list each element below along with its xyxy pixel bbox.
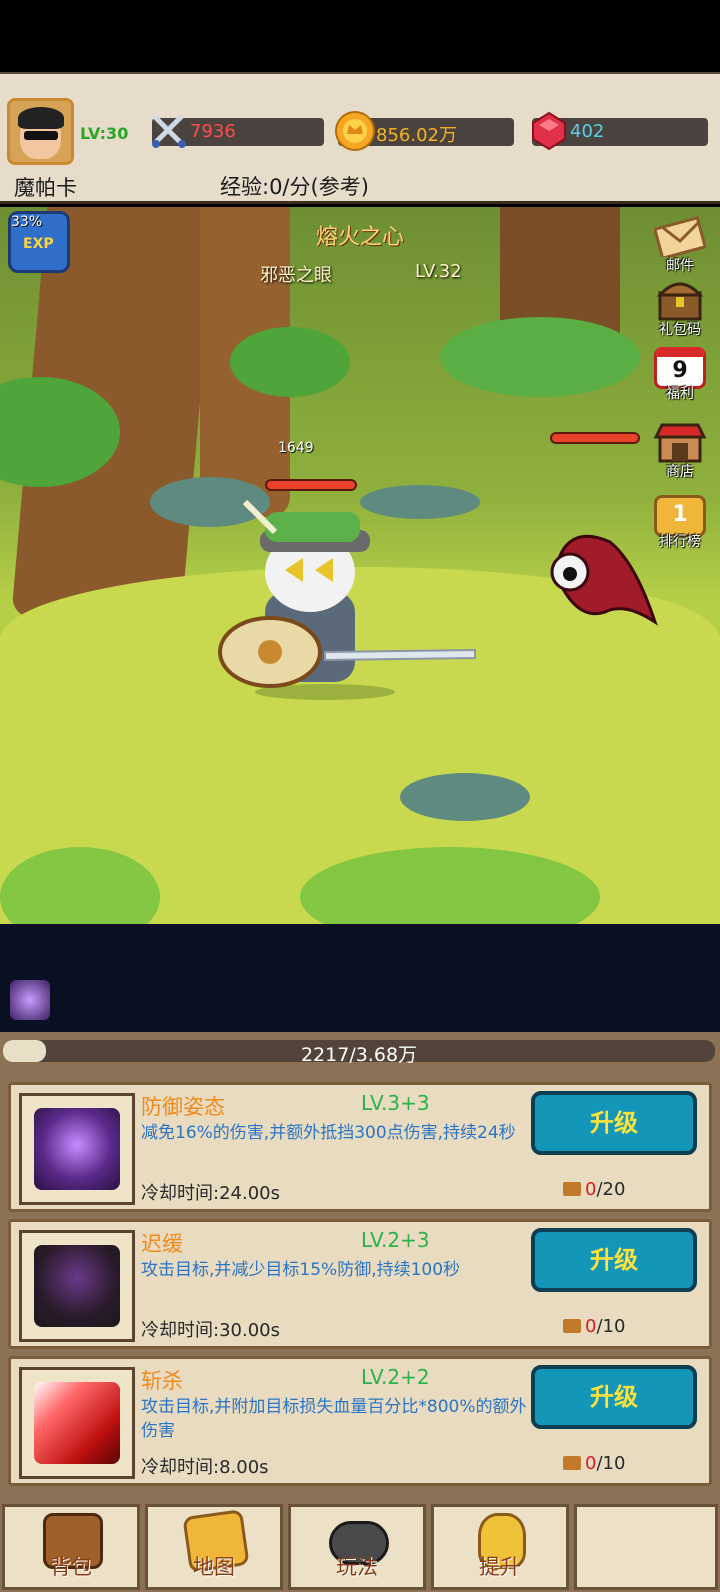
treasure-chest-icon [656, 282, 704, 321]
evil-eye-enemy-sprite [550, 534, 658, 626]
envelope-icon [653, 215, 707, 261]
slash-skill-icon [34, 1382, 120, 1464]
skill-name: 防御姿态 [141, 1095, 225, 1119]
welfare-button[interactable]: 9 福利 [648, 347, 712, 403]
gold-coin-icon [335, 111, 375, 151]
hero-hp-number: 1649 [278, 440, 314, 456]
ranking-button[interactable]: 1 排行榜 [648, 495, 712, 551]
player-avatar[interactable] [7, 98, 74, 165]
nav-upgrade-label: 提升 [479, 1555, 521, 1579]
nav-bag[interactable]: 背包 [2, 1504, 140, 1590]
battle-scene: 33% EXP 熔火之心 邪恶之眼 LV.32 1649 邮件 礼包码 9 福利 [0, 207, 720, 924]
skill-book-cost: 0/10 [563, 1316, 625, 1337]
exp-rate-text: 经验:0/分(参考) [220, 175, 369, 199]
skill-progress-text: 2217/3.68万 [300, 1044, 418, 1066]
shop-label: 商店 [666, 464, 694, 480]
upgrade-button[interactable]: 升级 [531, 1228, 697, 1292]
skill-book-cost: 0/20 [563, 1179, 625, 1200]
skill-card: 防御姿态 LV.3+3 减免16%的伤害,并额外抵挡300点伤害,持续24秒 冷… [8, 1082, 712, 1212]
skill-card: 迟缓 LV.2+3 攻击目标,并减少目标15%防御,持续100秒 冷却时间:30… [8, 1219, 712, 1349]
nav-upgrade[interactable]: 提升 [431, 1504, 569, 1590]
player-level: LV:30 [80, 124, 129, 143]
skill-book-icon [563, 1456, 581, 1470]
nav-map-label: 地图 [193, 1555, 235, 1579]
skill-progress-bar: 2217/3.68万 [3, 1040, 715, 1066]
welfare-label: 福利 [666, 386, 694, 402]
gold-stat: 856.02万 [335, 111, 514, 151]
stage-title: 熔火之心 [315, 225, 404, 250]
ruby-gem-icon [532, 111, 566, 151]
gem-stat: 402 [532, 111, 708, 151]
nav-gameplay-label: 玩法 [336, 1555, 378, 1579]
ranking-label: 排行榜 [659, 534, 701, 550]
power-value: 7936 [190, 121, 236, 142]
skill-name: 斩杀 [141, 1369, 183, 1393]
rock [400, 773, 530, 821]
player-header: LV:30 魔帕卡 7936 856.02万 402 经验:0/分(参考) [0, 72, 720, 204]
slow-skill-icon [34, 1245, 120, 1327]
skill-level: LV.3+3 [361, 1091, 430, 1115]
nav-gameplay[interactable]: 玩法 [288, 1504, 426, 1590]
skill-thumbnail [19, 1093, 135, 1205]
shop-stall-icon [653, 423, 707, 463]
skill-description: 减免16%的伤害,并额外抵挡300点伤害,持续24秒 [141, 1123, 516, 1143]
hero-knight-sprite [218, 499, 476, 700]
nav-bag-label: 背包 [50, 1555, 92, 1579]
nav-map[interactable]: 地图 [145, 1504, 283, 1590]
skill-card: 斩杀 LV.2+2 攻击目标,并附加目标损失血量百分比*800%的额外伤害 冷却… [8, 1356, 712, 1486]
gift-code-label: 礼包码 [659, 322, 701, 338]
bush [230, 327, 350, 397]
skill-book-icon [563, 1319, 581, 1333]
mail-button[interactable]: 邮件 [648, 215, 712, 275]
enemy-name: 邪恶之眼 [260, 265, 332, 286]
skill-description: 攻击目标,并减少目标15%防御,持续100秒 [141, 1260, 461, 1280]
bottom-nav: 背包 地图 玩法 提升 [0, 1502, 720, 1592]
upgrade-button[interactable]: 升级 [531, 1091, 697, 1155]
upgrade-button[interactable]: 升级 [531, 1365, 697, 1429]
skill-thumbnail [19, 1367, 135, 1479]
skill-cooldown: 冷却时间:24.00s [141, 1183, 280, 1204]
skill-panel: 2217/3.68万 防御姿态 LV.3+3 减免16%的伤害,并额外抵挡300… [0, 1032, 720, 1502]
bush [440, 317, 640, 397]
gem-value: 402 [570, 121, 605, 142]
skill-cooldown: 冷却时间:8.00s [141, 1457, 269, 1478]
mail-label: 邮件 [666, 258, 694, 274]
crossed-swords-icon [152, 114, 186, 148]
player-name: 魔帕卡 [14, 176, 77, 200]
shield-skill-icon [34, 1108, 120, 1190]
power-stat: 7936 [152, 114, 324, 148]
enemy-hp-bar [550, 432, 640, 444]
skill-thumbnail [19, 1230, 135, 1342]
active-skill-bar [0, 924, 720, 1032]
skill-description: 攻击目标,并附加目标损失血量百分比*800%的额外伤害 [141, 1397, 527, 1441]
skill-level: LV.2+2 [361, 1365, 430, 1389]
nav-empty-slot [574, 1504, 718, 1590]
skill-book-icon [563, 1182, 581, 1196]
skill-level: LV.2+3 [361, 1228, 430, 1252]
gold-value: 856.02万 [376, 125, 457, 146]
skill-name: 迟缓 [141, 1232, 183, 1256]
skill-book-cost: 0/10 [563, 1453, 625, 1474]
gift-code-button[interactable]: 礼包码 [648, 279, 712, 339]
active-skill-icon[interactable] [10, 980, 50, 1020]
hero-hp-bar [265, 479, 357, 491]
shop-button[interactable]: 商店 [648, 421, 712, 481]
enemy-level: LV.32 [415, 261, 462, 282]
skill-cooldown: 冷却时间:30.00s [141, 1320, 280, 1341]
